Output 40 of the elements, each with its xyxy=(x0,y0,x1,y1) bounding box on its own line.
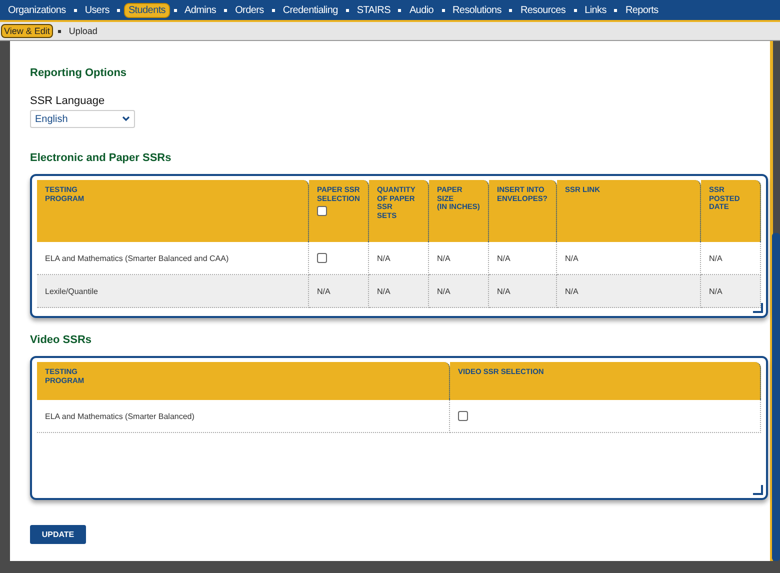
table-cell: Lexile/Quantile xyxy=(37,275,309,308)
checkbox[interactable] xyxy=(317,206,327,216)
table-cell: N/A xyxy=(557,242,701,275)
section-title: Reporting Options xyxy=(30,67,128,79)
resize-handle-icon[interactable] xyxy=(753,485,763,495)
language-select[interactable]: English xyxy=(30,110,135,128)
sub-nav-link[interactable]: Upload xyxy=(66,24,100,38)
nav-link[interactable]: Users xyxy=(80,2,114,18)
section-title: Electronic and Paper SSRs xyxy=(30,152,172,164)
nav-link[interactable]: Links xyxy=(580,2,610,18)
table-cell: N/A xyxy=(701,242,761,275)
checkbox[interactable] xyxy=(317,253,327,263)
nav-link[interactable]: Admins xyxy=(180,2,220,18)
table-cell: N/A xyxy=(489,275,557,308)
resize-handle-icon[interactable] xyxy=(753,303,763,313)
table-cell: ELA and Mathematics (Smarter Balanced and CAA) xyxy=(37,242,309,275)
nav-link[interactable]: Students xyxy=(124,2,170,18)
table-cell: N/A xyxy=(369,275,429,308)
nav-link[interactable]: Organizations xyxy=(4,2,70,18)
nav-link[interactable]: Resolutions xyxy=(448,2,506,18)
table-cell: N/A xyxy=(557,275,701,308)
checkbox[interactable] xyxy=(458,411,468,421)
nav-link[interactable]: STAIRS xyxy=(352,2,394,18)
chevron-down-icon xyxy=(122,116,130,122)
table-cell: ELA and Mathematics (Smarter Balanced) xyxy=(37,400,450,433)
table-cell: N/A xyxy=(309,275,369,308)
sub-nav-link[interactable]: View & Edit xyxy=(1,24,53,38)
table-cell: N/A xyxy=(429,242,489,275)
nav-link[interactable]: Audio xyxy=(405,2,438,18)
table-cell: N/A xyxy=(369,242,429,275)
nav-link[interactable]: Orders xyxy=(231,2,268,18)
field-label: SSR Language xyxy=(30,95,106,107)
nav-link[interactable]: Credentialing xyxy=(278,2,342,18)
nav-link[interactable]: Reports xyxy=(621,2,662,18)
table-cell: N/A xyxy=(489,242,557,275)
nav-link[interactable]: Resources xyxy=(516,2,570,18)
table-cell: N/A xyxy=(429,275,489,308)
section-title: Video SSRs xyxy=(30,334,93,346)
table-cell: N/A xyxy=(701,275,761,308)
update-button[interactable]: UPDATE xyxy=(30,525,86,544)
